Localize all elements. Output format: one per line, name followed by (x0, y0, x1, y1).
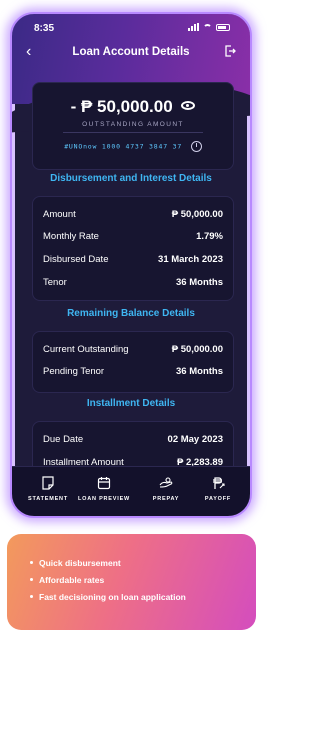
nav-label: PAYOFF (204, 496, 232, 502)
installment-section-title: Installment Details (86, 398, 176, 409)
disbursement-section-title: Disbursement and Interest Details (50, 173, 212, 184)
nav-prepay[interactable]: PREPAY (136, 476, 196, 502)
timer-icon[interactable] (190, 141, 202, 152)
calendar-icon (97, 477, 111, 490)
nav-label: STATEMENT (28, 496, 68, 502)
detail-row: Amount ₱ 50,000.00 (43, 209, 223, 223)
promo-banner: Quick disbursement Affordable rates Fast… (7, 534, 256, 630)
prepay-icon (159, 477, 173, 488)
detail-label: Amount (43, 209, 76, 220)
detail-value: 36 Months (176, 366, 223, 377)
account-number-row: #UNOnow 1000 4737 3847 37 (33, 141, 233, 152)
status-bar: 8:35 (12, 14, 250, 36)
status-icons (188, 23, 230, 31)
phone-frame: 8:35 ‹ Loan Account Details - ₱ 50,000.0… (10, 12, 252, 518)
detail-row: Due Date 02 May 2023 (43, 434, 223, 448)
detail-label: Current Outstanding (43, 344, 129, 355)
promo-text: Quick disbursement (39, 558, 121, 568)
statement-icon (42, 476, 54, 490)
promo-item: Quick disbursement (30, 558, 186, 575)
signal-icon (188, 23, 199, 31)
outstanding-amount-row: - ₱ 50,000.00 (33, 97, 233, 117)
nav-loan-preview[interactable]: LOAN PREVIEW (74, 476, 134, 502)
nav-payoff[interactable]: PAYOFF (188, 476, 248, 502)
page-title: Loan Account Details (72, 46, 190, 58)
remaining-balance-card: Current Outstanding ₱ 50,000.00 Pending … (32, 331, 234, 393)
remaining-section-title: Remaining Balance Details (67, 308, 195, 319)
detail-value: 02 May 2023 (167, 434, 223, 445)
promo-text: Fast decisioning on loan application (39, 592, 186, 602)
detail-value: 1.79% (196, 231, 223, 242)
detail-value: 36 Months (176, 277, 223, 288)
detail-row: Current Outstanding ₱ 50,000.00 (43, 344, 223, 358)
disbursement-card: Amount ₱ 50,000.00 Monthly Rate 1.79% Di… (32, 196, 234, 301)
bullet-icon (30, 561, 33, 564)
nav-label: PREPAY (152, 496, 180, 502)
detail-row: Monthly Rate 1.79% (43, 231, 223, 245)
promo-item: Affordable rates (30, 575, 186, 592)
account-number: #UNOnow 1000 4737 3847 37 (64, 142, 183, 151)
divider (63, 132, 203, 133)
battery-icon (216, 23, 230, 31)
nav-statement[interactable]: STATEMENT (18, 476, 78, 502)
detail-row: Disbursed Date 31 March 2023 (43, 254, 223, 268)
bullet-icon (30, 595, 33, 598)
wifi-icon (203, 23, 212, 31)
detail-label: Due Date (43, 434, 84, 445)
detail-value: ₱ 50,000.00 (171, 209, 223, 220)
detail-row: Tenor 36 Months (43, 277, 223, 291)
nav-label: LOAN PREVIEW (77, 496, 131, 502)
peso-icon (213, 477, 225, 489)
bullet-icon (30, 578, 33, 581)
outstanding-amount: - ₱ 50,000.00 (70, 97, 173, 116)
detail-label: Pending Tenor (43, 366, 105, 377)
detail-label: Disbursed Date (43, 254, 109, 265)
detail-label: Monthly Rate (43, 231, 99, 242)
outstanding-balance-card: - ₱ 50,000.00 OUTSTANDING AMOUNT #UNOnow… (32, 82, 234, 170)
bottom-navigation: STATEMENT LOAN PREVIEW PREPAY PAYOFF (12, 466, 250, 516)
promo-list: Quick disbursement Affordable rates Fast… (30, 558, 186, 609)
eye-icon[interactable] (181, 101, 196, 111)
detail-label: Tenor (43, 277, 67, 288)
outstanding-caption: OUTSTANDING AMOUNT (82, 121, 184, 128)
promo-text: Affordable rates (39, 575, 105, 585)
logout-icon[interactable] (224, 45, 236, 57)
top-bar: ‹ Loan Account Details (12, 42, 250, 66)
detail-value: 31 March 2023 (158, 254, 223, 265)
promo-item: Fast decisioning on loan application (30, 592, 186, 609)
detail-value: ₱ 50,000.00 (171, 344, 223, 355)
detail-row: Pending Tenor 36 Months (43, 366, 223, 380)
status-time: 8:35 (34, 23, 55, 34)
